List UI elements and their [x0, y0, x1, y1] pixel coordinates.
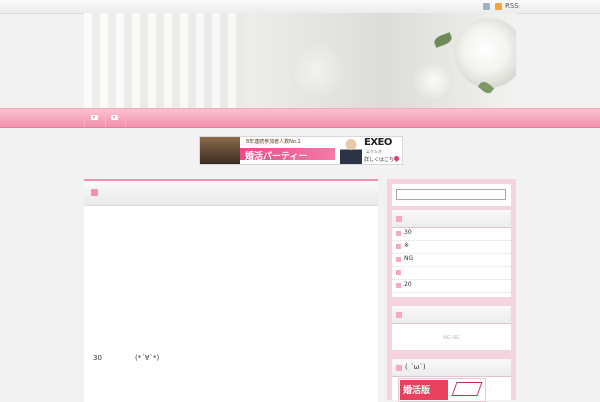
top-bar: RSS: [0, 0, 600, 14]
ad-person-image: [340, 138, 362, 164]
konkatsu-party-ad-banner[interactable]: 8年連続参加者人数No.1 婚活パーティー EXEO エクシオ 詳しくはこちら: [199, 136, 403, 165]
global-nav: [0, 108, 600, 128]
list-item[interactable]: 30: [392, 228, 511, 241]
banner-text: 婚活版: [403, 386, 431, 396]
lace-curtain-decoration: [84, 13, 244, 108]
list-bullet-icon: [396, 270, 401, 275]
konkatsu-banner[interactable]: 婚活版: [398, 378, 486, 402]
list-item-label: 20: [404, 281, 412, 288]
widget-header-icon: [396, 216, 402, 222]
list-item[interactable]: [392, 267, 511, 280]
ad-photo: [200, 137, 240, 164]
list-item[interactable]: ※: [392, 241, 511, 254]
sidebar-widget-list: 30 ※ NG 20: [392, 210, 511, 297]
rss-link[interactable]: RSS: [505, 2, 519, 10]
widget-faint-text: NG NG: [443, 335, 460, 341]
sidebar-widget-3: ( ´ω`) 婚活版: [392, 359, 511, 402]
widget-header: [392, 210, 511, 228]
widget-header-icon: [396, 365, 402, 371]
list-item[interactable]: NG: [392, 254, 511, 267]
list-bullet-icon: [396, 244, 401, 249]
white-rose-image: [454, 18, 516, 88]
post-title-icon: [91, 189, 98, 196]
post-text-number: 30: [93, 354, 102, 362]
header-image[interactable]: [84, 13, 516, 108]
widget-title: ( ´ω`): [405, 363, 426, 371]
widget-header: [392, 306, 511, 324]
nav-item-2[interactable]: [105, 109, 126, 127]
rose-decoration: [289, 43, 344, 98]
rose-decoration: [414, 61, 454, 101]
ad-main-text: 婚活パーティー: [245, 152, 308, 162]
chevron-down-icon: [91, 115, 98, 120]
nav-item-1[interactable]: [84, 109, 106, 127]
search-widget: [392, 184, 511, 206]
main-content: 30 (*´∀`*): [84, 179, 378, 402]
leaf-decoration: [432, 32, 454, 48]
sidebar-widget-2: NG NG: [392, 306, 511, 350]
list-item[interactable]: 20: [392, 280, 511, 293]
list-bullet-icon: [396, 283, 401, 288]
rss-icon[interactable]: [495, 3, 502, 10]
post-title-bar: [84, 181, 378, 206]
chevron-down-icon: [111, 115, 118, 120]
ad-brand-logo: EXEO: [364, 137, 392, 148]
list-bullet-icon: [396, 231, 401, 236]
list-item-label: ※: [404, 242, 410, 249]
list-bullet-icon: [396, 257, 401, 262]
sidebar: 30 ※ NG 20 NG NG ( ´ω`) 婚活版: [387, 179, 516, 402]
list-item-label: NG: [404, 255, 414, 262]
ad-brand-sub: エクシオ: [366, 149, 382, 154]
search-input[interactable]: [396, 189, 506, 200]
ad-top-text: 8年連続参加者人数No.1: [246, 139, 301, 145]
widget-header: ( ´ω`): [392, 359, 511, 377]
widget-header-icon: [396, 312, 402, 318]
post-text-emoticon: (*´∀`*): [135, 354, 160, 362]
home-icon[interactable]: [483, 3, 490, 10]
arrow-circle-icon: [394, 156, 399, 161]
partner-logo-icon: [451, 382, 483, 396]
list-item-label: 30: [404, 229, 412, 236]
